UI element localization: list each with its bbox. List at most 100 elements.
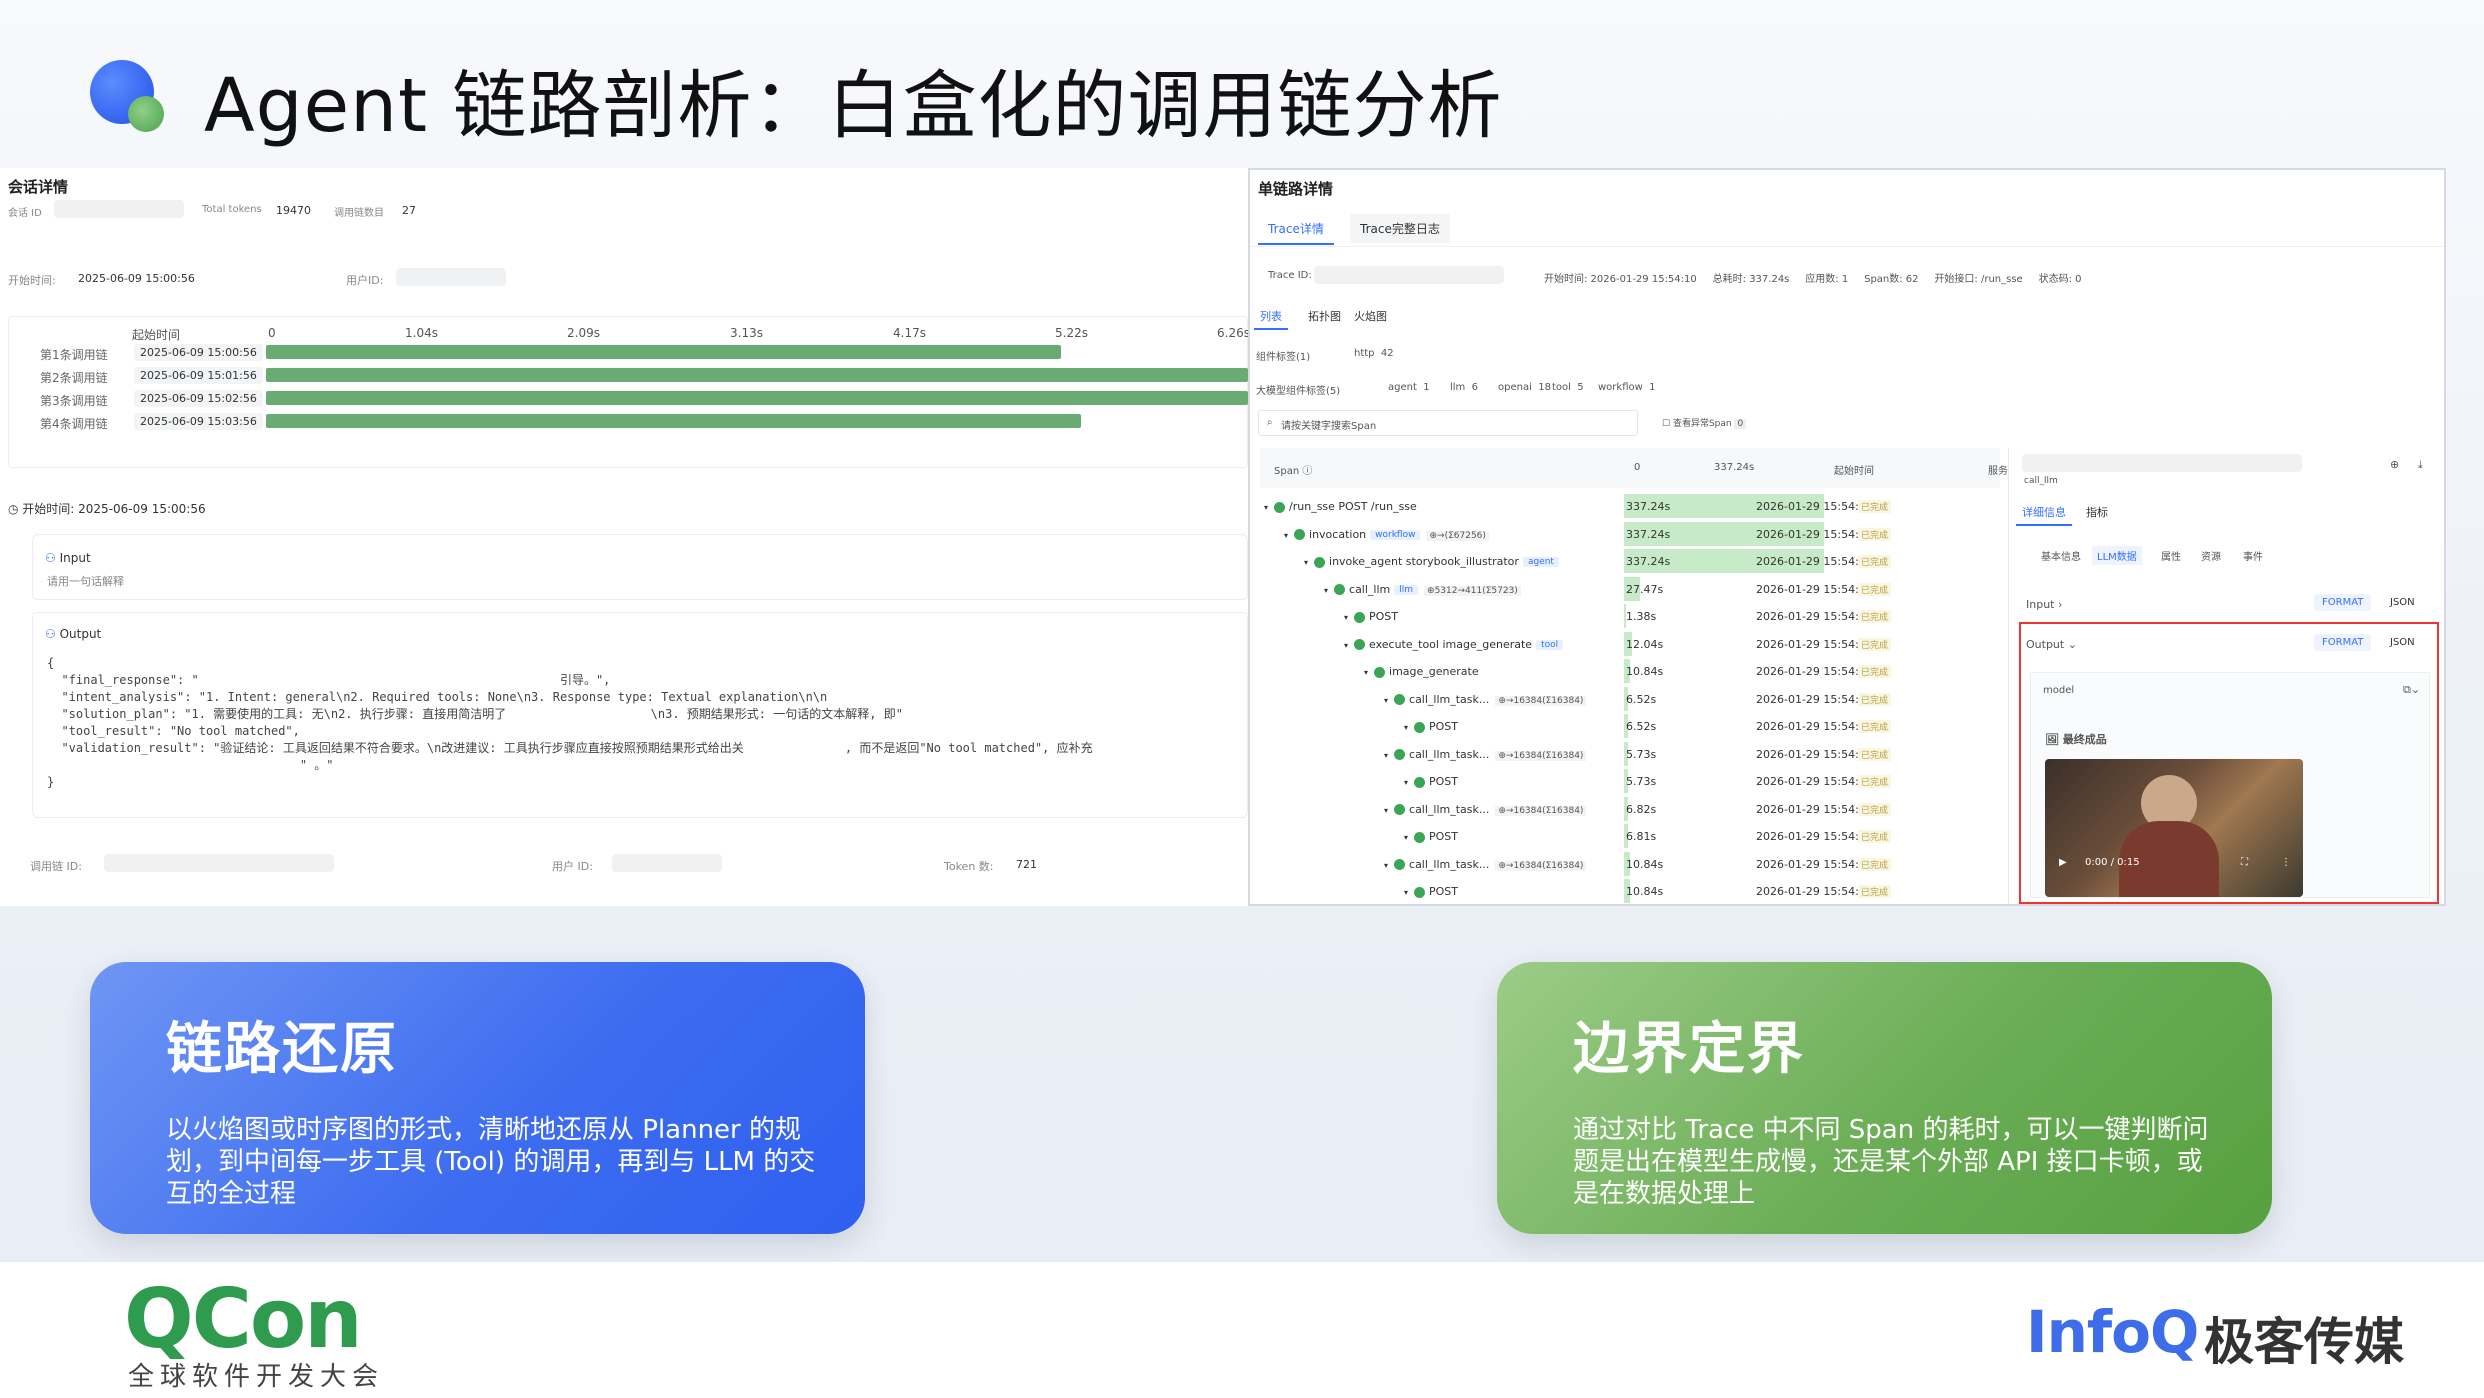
input-label-text: Input	[59, 551, 91, 565]
llm-tag[interactable]: tool 5	[1552, 382, 1584, 393]
span-row[interactable]: ▾ call_llm_task... ⊕→16384(Σ16384) 6.52s 202…	[1260, 686, 2000, 713]
input-format-button[interactable]: FORMAT	[2314, 594, 2372, 611]
span-name-cell: ▾ invoke_agent storybook_illustrator agent	[1304, 555, 1559, 568]
span-name: invoke_agent storybook_illustrator	[1329, 555, 1519, 568]
detail-subtab[interactable]: LLM数据	[2092, 546, 2142, 565]
span-name-cell: ▾ image_generate	[1364, 665, 1479, 678]
tab-detail-info[interactable]: 详细信息	[2016, 500, 2072, 526]
status-ok-icon	[1414, 831, 1426, 843]
infoq-cn-logo: 极客传媒	[2204, 1313, 2404, 1371]
expand-chevron-icon[interactable]: ▾	[1404, 833, 1408, 842]
expand-chevron-icon[interactable]: ▾	[1404, 888, 1408, 897]
tab-list[interactable]: 列表	[1254, 304, 1288, 330]
play-icon[interactable]: ▶	[2059, 857, 2067, 868]
span-row[interactable]: ▾ POST 6.81s 2026-01-29 15:54:28 已完成	[1260, 824, 2000, 850]
detail-subtab[interactable]: 资源	[2196, 546, 2226, 565]
input-json-button[interactable]: JSON	[2382, 594, 2423, 611]
trace-detail-title: 单链路详情	[1258, 180, 1334, 198]
timeline-tick: 2.09s	[567, 326, 600, 340]
chain-id-label: 调用链 ID:	[30, 860, 82, 873]
service-badge: 已完成	[1858, 830, 1892, 843]
pin-icon[interactable]: ⊕	[2390, 458, 2399, 471]
status-ok-icon	[1414, 776, 1426, 788]
chain-label: 第2条调用链	[40, 371, 108, 385]
copy-icon[interactable]: ⧉⌄	[2403, 683, 2420, 697]
llm-tag[interactable]: workflow 1	[1598, 382, 1656, 393]
span-row[interactable]: ▾ call_llm_task... ⊕→16384(Σ16384) 5.73s 202…	[1260, 741, 2000, 768]
col-start: 起始时间	[1834, 466, 1874, 477]
span-row[interactable]: ▾ POST 1.38s 2026-01-29 15:54:12 已完成	[1260, 604, 2000, 630]
tab-flamegraph[interactable]: 火焰图	[1348, 304, 1393, 328]
span-name: call_llm	[2024, 476, 2058, 486]
expand-chevron-icon[interactable]: ▾	[1384, 751, 1388, 760]
span-title-blur	[2022, 454, 2302, 472]
span-row[interactable]: ▾ invocation workflow ⊕→(Σ67256) 337.24s 2026…	[1260, 521, 2000, 548]
span-name-cell: ▾ /run_sse POST /run_sse	[1264, 500, 1417, 513]
expand-chevron-icon[interactable]: ▾	[1384, 806, 1388, 815]
span-row[interactable]: ▾ image_generate 10.84s 2026-01-29 15:54:28…	[1260, 659, 2000, 685]
output-format-button[interactable]: FORMAT	[2314, 634, 2372, 651]
span-search-input[interactable]: ⌕ 请按关键字搜索Span	[1258, 410, 1638, 436]
expand-chevron-icon[interactable]: ▾	[1404, 723, 1408, 732]
result-video[interactable]: ▶ 0:00 / 0:15 ⛶ ⋮	[2045, 759, 2303, 897]
span-row[interactable]: ▾ POST 5.73s 2026-01-29 15:54:28 已完成	[1260, 769, 2000, 795]
service-badge: 已完成	[1858, 527, 1892, 541]
expand-chevron-icon[interactable]: ▾	[1284, 531, 1288, 540]
tab-trace-detail[interactable]: Trace详情	[1258, 214, 1334, 245]
span-name-cell: ▾ invocation workflow ⊕→(Σ67256)	[1284, 528, 1489, 541]
span-name: call_llm_task...	[1409, 857, 1490, 871]
expand-chevron-icon[interactable]: ▾	[1344, 641, 1348, 650]
chain-duration-bar[interactable]	[266, 414, 1081, 428]
detail-subtab[interactable]: 事件	[2238, 546, 2268, 565]
expand-chevron-icon[interactable]: ▾	[1404, 778, 1408, 787]
output-line: {	[47, 656, 55, 670]
expand-chevron-icon[interactable]: ▾	[1364, 668, 1368, 677]
search-placeholder: 请按关键字搜索Span	[1281, 421, 1377, 432]
span-row[interactable]: ▾ call_llm_task... ⊕→16384(Σ16384) 6.82s 202…	[1260, 796, 2000, 823]
expand-chevron-icon[interactable]: ▾	[1264, 503, 1268, 512]
component-tag-http[interactable]: http 42	[1354, 348, 1394, 359]
chain-duration-bar[interactable]	[266, 345, 1061, 359]
expand-chevron-icon[interactable]: ▾	[1384, 861, 1388, 870]
expand-chevron-icon[interactable]: ▾	[1304, 558, 1308, 567]
span-row[interactable]: ▾ execute_tool image_generate tool 12.04s 20…	[1260, 631, 2000, 658]
output-label: ⚇ Output	[45, 627, 101, 641]
infoq-logo: InfoQ	[2026, 1298, 2199, 1366]
status-ok-icon	[1314, 556, 1326, 568]
span-name-cell: ▾ call_llm_task... ⊕→16384(Σ16384)	[1384, 803, 1587, 816]
input-expander[interactable]: Input ›	[2026, 598, 2062, 611]
expand-chevron-icon[interactable]: ▾	[1324, 586, 1328, 595]
span-name-cell: ▾ call_llm llm ⊕5312→411(Σ5723)	[1324, 583, 1521, 596]
llm-tag[interactable]: agent 1	[1388, 382, 1430, 393]
output-expander[interactable]: Output ⌄	[2026, 638, 2077, 651]
download-icon[interactable]: ⤓	[2418, 458, 2423, 472]
divider	[1250, 246, 2444, 247]
output-json-button[interactable]: JSON	[2382, 634, 2423, 651]
tab-topology[interactable]: 拓扑图	[1302, 304, 1347, 328]
llm-tag[interactable]: llm 6	[1450, 382, 1478, 393]
abnormal-span-checkbox[interactable]: ☐ 查看异常Span 0	[1662, 416, 1747, 429]
service-badge: 已完成	[1858, 720, 1892, 733]
expand-chevron-icon[interactable]: ▾	[1344, 613, 1348, 622]
tab-metrics[interactable]: 指标	[2080, 500, 2114, 524]
llm-tag[interactable]: openai 18	[1498, 382, 1551, 393]
expand-chevron-icon[interactable]: ▾	[1384, 696, 1388, 705]
span-duration: 6.52s	[1626, 720, 1657, 733]
more-icon[interactable]: ⋮	[2281, 857, 2291, 868]
chain-duration-bar[interactable]	[266, 368, 1248, 382]
span-row[interactable]: ▾ POST 6.52s 2026-01-29 15:54:28 已完成	[1260, 714, 2000, 740]
span-row[interactable]: ▾ call_llm_task... ⊕→16384(Σ16384) 10.84s 20…	[1260, 851, 2000, 878]
qcon-subtitle: 全球软件开发大会	[128, 1362, 385, 1392]
detail-subtab[interactable]: 属性	[2156, 546, 2186, 565]
chain-duration-bar[interactable]	[266, 391, 1248, 405]
fullscreen-icon[interactable]: ⛶	[2241, 857, 2248, 868]
detail-subtab[interactable]: 基本信息	[2036, 546, 2086, 565]
session-detail-panel: 会话详情 会话 ID Total tokens 19470 调用链数目 27 开…	[0, 168, 1248, 906]
span-row[interactable]: ▾ /run_sse POST /run_sse 337.24s 2026-01-29…	[1260, 494, 2000, 520]
output-label-text: Output	[59, 627, 102, 641]
span-row[interactable]: ▾ invoke_agent storybook_illustrator agent…	[1260, 549, 2000, 575]
span-row[interactable]: ▾ call_llm llm ⊕5312→411(Σ5723) 27.47s 2026-0…	[1260, 576, 2000, 603]
tab-trace-log[interactable]: Trace完整日志	[1350, 214, 1450, 243]
clock-icon: ◷	[8, 502, 23, 516]
span-row[interactable]: ▾ POST 10.84s 2026-01-29 15:54:28 已完成	[1260, 879, 2000, 904]
